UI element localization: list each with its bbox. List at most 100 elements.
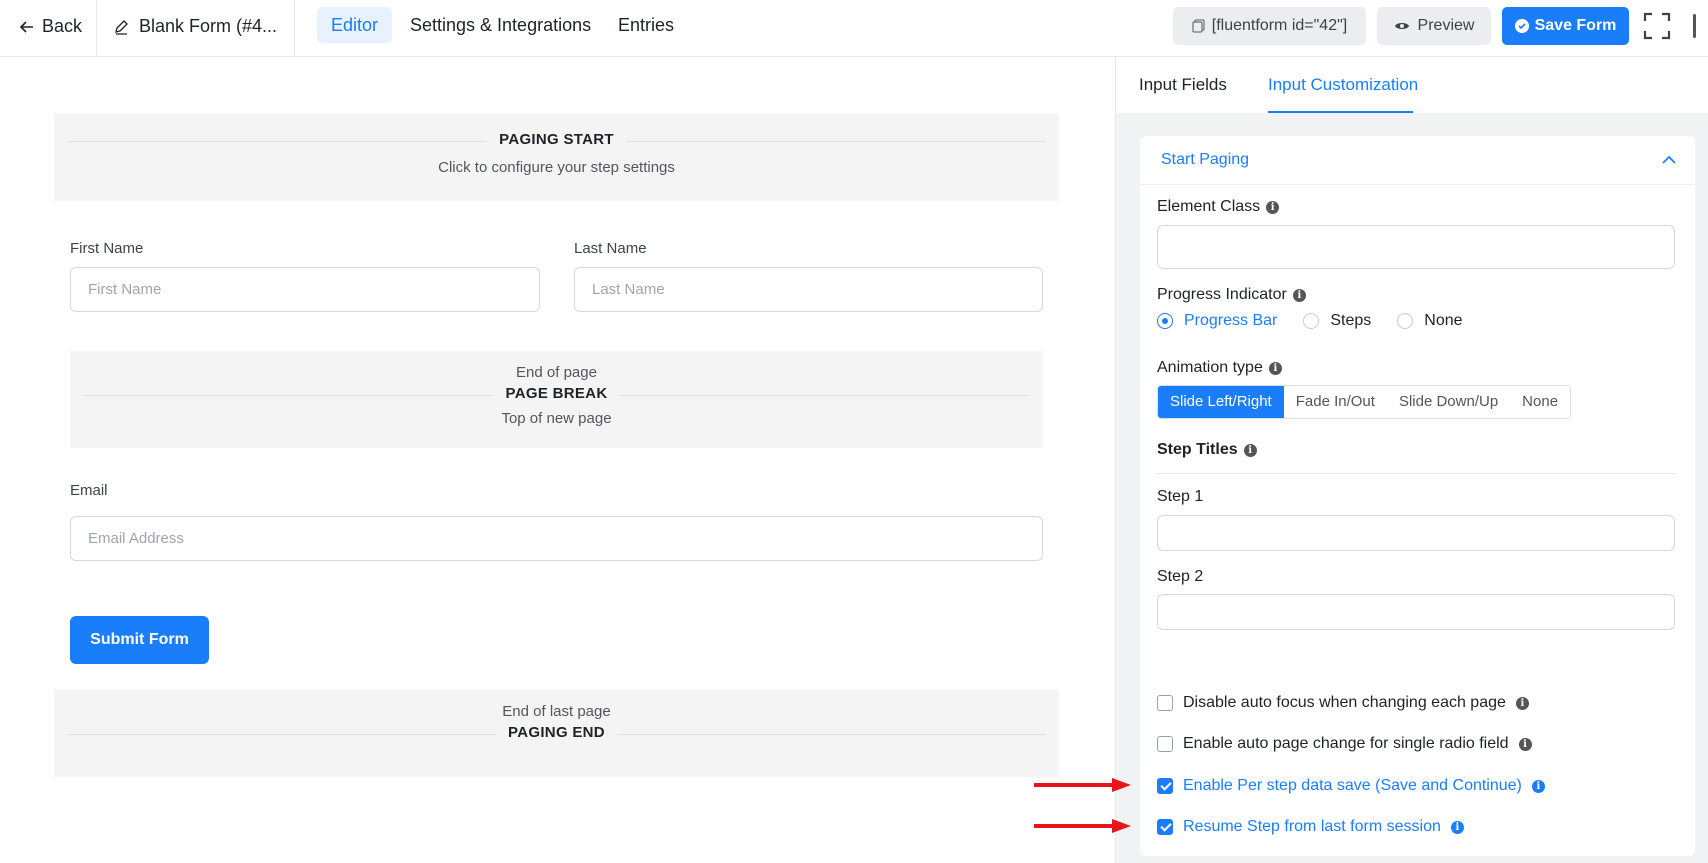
divider — [96, 0, 97, 57]
radio-label: Steps — [1330, 312, 1372, 329]
animation-slide-left-right[interactable]: Slide Left/Right — [1158, 386, 1284, 418]
progress-indicator-options: Progress Bar Steps None — [1157, 312, 1489, 330]
info-icon[interactable]: i — [1518, 737, 1532, 751]
info-icon[interactable]: i — [1515, 696, 1529, 710]
form-title-text: Blank Form (#4... — [139, 16, 278, 36]
red-arrow-icon — [1034, 778, 1131, 792]
top-bar: Back Blank Form (#4... Editor Settings &… — [0, 0, 1708, 57]
info-icon[interactable]: i — [1450, 820, 1464, 834]
save-form-button[interactable]: Save Form — [1502, 7, 1629, 45]
back-label: Back — [42, 16, 83, 36]
last-name-input[interactable]: Last Name — [574, 267, 1043, 312]
checkbox-label: Enable Per step data save (Save and Cont… — [1183, 777, 1522, 794]
checkbox-resume-step[interactable]: Resume Step from last form session i — [1157, 818, 1464, 836]
radio-none[interactable]: None — [1397, 312, 1463, 330]
start-paging-header[interactable]: Start Paging — [1140, 136, 1695, 185]
step-2-label: Step 2 — [1157, 568, 1204, 585]
element-class-input[interactable] — [1157, 225, 1675, 269]
form-title[interactable]: Blank Form (#4... — [113, 16, 277, 37]
paging-start-subtitle: Click to configure your step settings — [438, 159, 675, 176]
progress-indicator-label: Progress Indicator i — [1157, 286, 1306, 304]
arrow-left-icon — [20, 20, 33, 33]
info-icon[interactable]: i — [1243, 443, 1257, 457]
radio-dot — [1397, 313, 1414, 329]
checkbox-label: Resume Step from last form session — [1183, 818, 1441, 835]
checkbox-label: Disable auto focus when changing each pa… — [1183, 694, 1506, 711]
step-titles-label: Step Titles i — [1157, 441, 1257, 459]
paging-end-title: PAGING END — [496, 724, 617, 741]
info-icon[interactable]: i — [1531, 779, 1545, 793]
panel-tabs: Input Fields Input Customization — [1116, 57, 1708, 113]
paging-start-block[interactable]: PAGING START Click to configure your ste… — [54, 114, 1059, 201]
first-name-input[interactable]: First Name — [70, 267, 540, 312]
paging-end-top-text: End of last page — [502, 703, 611, 720]
eye-icon — [1394, 23, 1409, 29]
shortcode-copy-button[interactable]: [fluentform id="42"] — [1173, 7, 1366, 45]
submit-form-button[interactable]: Submit Form — [70, 616, 209, 664]
element-class-text: Element Class — [1157, 198, 1261, 215]
radio-progress-bar[interactable]: Progress Bar — [1157, 312, 1277, 330]
paging-end-block[interactable]: End of last page PAGING END — [54, 690, 1059, 777]
page-break-bottom-text: Top of new page — [501, 410, 612, 427]
check-circle-icon — [1514, 19, 1529, 33]
animation-none[interactable]: None — [1510, 386, 1571, 418]
checkbox[interactable] — [1157, 736, 1173, 752]
checkbox-auto-page-change[interactable]: Enable auto page change for single radio… — [1157, 735, 1532, 753]
save-form-label: Save Form — [1534, 17, 1617, 34]
divider — [294, 0, 295, 57]
red-arrow-icon — [1034, 819, 1131, 833]
page-break-top-text: End of page — [516, 364, 597, 381]
animation-type-text: Animation type — [1157, 359, 1263, 376]
divider — [1157, 473, 1675, 474]
tab-entries[interactable]: Entries — [604, 7, 688, 43]
step-1-input[interactable] — [1157, 515, 1675, 551]
checkbox-per-step-save[interactable]: Enable Per step data save (Save and Cont… — [1157, 777, 1545, 795]
copy-icon — [1192, 19, 1205, 33]
pencil-icon — [115, 19, 128, 35]
radio-label: None — [1424, 312, 1463, 329]
email-label: Email — [70, 482, 108, 499]
step-2-input[interactable] — [1157, 594, 1675, 630]
page-break-block[interactable]: End of page PAGE BREAK Top of new page — [70, 351, 1043, 448]
tab-settings-integrations[interactable]: Settings & Integrations — [396, 7, 605, 43]
preview-button[interactable]: Preview — [1377, 7, 1491, 45]
animation-fade-in-out[interactable]: Fade In/Out — [1283, 386, 1387, 418]
radio-label: Progress Bar — [1184, 312, 1278, 329]
info-icon[interactable]: i — [1266, 200, 1280, 214]
shortcode-text: [fluentform id="42"] — [1211, 17, 1348, 34]
animation-type-selector: Slide Left/Right Fade In/Out Slide Down/… — [1157, 385, 1572, 419]
active-tab-indicator — [1268, 111, 1413, 113]
preview-label: Preview — [1417, 17, 1475, 34]
checkbox[interactable] — [1157, 819, 1173, 835]
info-icon[interactable]: i — [1292, 288, 1306, 302]
animation-type-label: Animation type i — [1157, 359, 1282, 377]
animation-slide-down-up[interactable]: Slide Down/Up — [1386, 386, 1511, 418]
fullscreen-icon[interactable] — [1643, 12, 1671, 40]
paging-start-title: PAGING START — [487, 131, 626, 148]
last-name-label: Last Name — [574, 240, 647, 257]
checkbox[interactable] — [1157, 778, 1173, 794]
page-break-title: PAGE BREAK — [493, 385, 620, 402]
form-canvas: PAGING START Click to configure your ste… — [0, 57, 1115, 863]
first-name-label: First Name — [70, 240, 144, 257]
radio-dot — [1157, 313, 1173, 329]
scrollbar[interactable] — [1693, 14, 1696, 38]
checkbox-label: Enable auto page change for single radio… — [1183, 735, 1509, 752]
email-input[interactable]: Email Address — [70, 516, 1043, 561]
tab-input-customization[interactable]: Input Customization — [1268, 75, 1418, 95]
progress-indicator-text: Progress Indicator — [1157, 286, 1287, 303]
step-1-label: Step 1 — [1157, 488, 1204, 505]
start-paging-title: Start Paging — [1161, 151, 1250, 168]
start-paging-card: Start Paging Element Class i Progress In… — [1140, 136, 1695, 856]
checkbox[interactable] — [1157, 695, 1173, 711]
element-class-label: Element Class i — [1157, 198, 1280, 216]
tab-input-fields[interactable]: Input Fields — [1139, 75, 1227, 95]
back-button[interactable]: Back — [20, 16, 82, 37]
checkbox-disable-auto-focus[interactable]: Disable auto focus when changing each pa… — [1157, 694, 1529, 712]
tab-editor[interactable]: Editor — [317, 7, 393, 43]
info-icon[interactable]: i — [1268, 361, 1282, 375]
settings-panel: Input Fields Input Customization Start P… — [1115, 57, 1708, 863]
radio-steps[interactable]: Steps — [1303, 312, 1371, 330]
chevron-up-icon[interactable] — [1661, 152, 1677, 168]
radio-dot — [1303, 313, 1320, 329]
